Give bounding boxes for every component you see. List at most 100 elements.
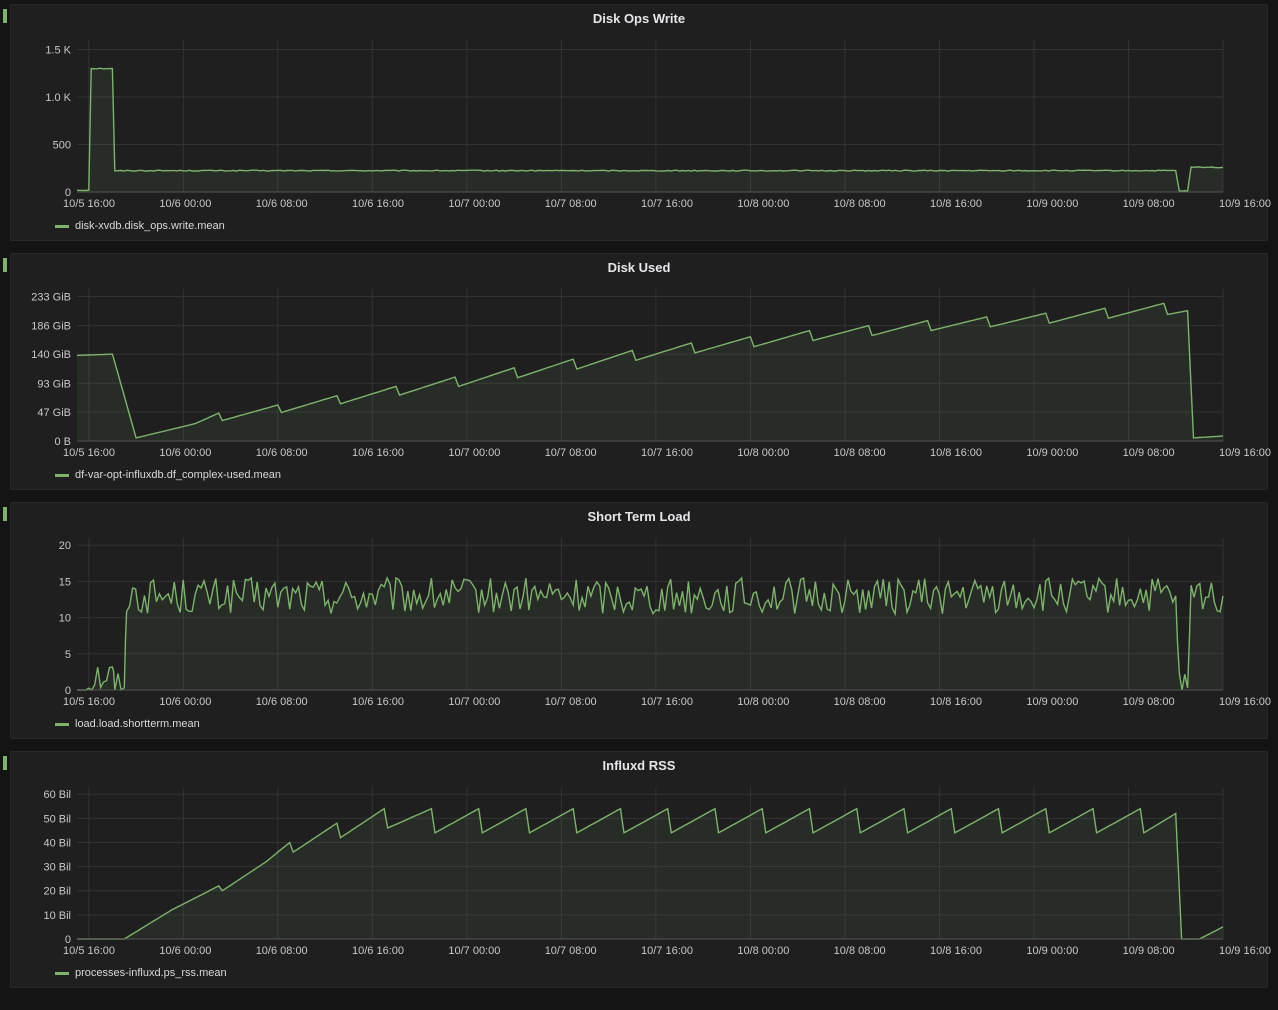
x-tick-label: 10/9 16:00 (1219, 447, 1271, 459)
chart-svg: 05001.0 K1.5 K (21, 34, 1231, 198)
x-tick-label: 10/5 16:00 (63, 945, 115, 957)
x-tick-label: 10/6 08:00 (256, 945, 308, 957)
x-tick-label: 10/6 00:00 (159, 696, 211, 708)
x-tick-label: 10/5 16:00 (63, 696, 115, 708)
x-tick-label: 10/8 16:00 (930, 945, 982, 957)
x-tick-label: 10/6 16:00 (352, 696, 404, 708)
plot-area[interactable]: 0 10 Bil 20 Bil 30 Bil 40 Bil 50 Bil 60 Bil (11, 775, 1267, 945)
x-tick-label: 10/8 00:00 (737, 198, 789, 210)
legend-label: processes-influxd.ps_rss.mean (75, 967, 227, 979)
legend[interactable]: load.load.shortterm.mean (11, 714, 1267, 738)
x-tick-label: 10/9 16:00 (1219, 198, 1271, 210)
x-tick-label: 10/9 08:00 (1123, 945, 1175, 957)
x-tick-label: 10/8 00:00 (737, 696, 789, 708)
x-tick-label: 10/8 16:00 (930, 198, 982, 210)
y-tick-labels: 0 10 Bil 20 Bil 30 Bil 40 Bil 50 Bil 60 Bil (43, 789, 71, 945)
panel-disk-used[interactable]: Disk Used 0 B 47 GiB 93 GiB 140 GiB 186 GiB 2… (10, 253, 1268, 490)
legend-swatch (55, 225, 69, 228)
svg-text:47 GiB: 47 GiB (37, 407, 71, 419)
x-tick-label: 10/7 00:00 (448, 447, 500, 459)
x-tick-label: 10/8 08:00 (834, 447, 886, 459)
x-tick-label: 10/8 08:00 (834, 696, 886, 708)
x-tick-label: 10/8 16:00 (930, 696, 982, 708)
y-tick-labels: 05001.0 K1.5 K (45, 45, 71, 199)
x-axis-labels: 10/5 16:0010/6 00:0010/6 08:0010/6 16:00… (77, 696, 1245, 714)
x-tick-label: 10/9 00:00 (1026, 696, 1078, 708)
x-tick-label: 10/9 08:00 (1123, 447, 1175, 459)
x-tick-label: 10/6 08:00 (256, 696, 308, 708)
svg-text:10 Bil: 10 Bil (43, 910, 71, 922)
x-axis-labels: 10/5 16:0010/6 00:0010/6 08:0010/6 16:00… (77, 447, 1245, 465)
x-tick-label: 10/7 00:00 (448, 198, 500, 210)
svg-text:186 GiB: 186 GiB (31, 321, 71, 333)
series-fill (77, 68, 1223, 192)
x-tick-label: 10/5 16:00 (63, 447, 115, 459)
svg-text:60 Bil: 60 Bil (43, 789, 71, 801)
x-axis-labels: 10/5 16:0010/6 00:0010/6 08:0010/6 16:00… (77, 945, 1245, 963)
x-tick-label: 10/6 16:00 (352, 945, 404, 957)
x-tick-label: 10/9 00:00 (1026, 447, 1078, 459)
x-grid (89, 40, 1223, 192)
panel-title: Disk Used (11, 254, 1267, 277)
panel-title: Influxd RSS (11, 752, 1267, 775)
x-tick-label: 10/7 16:00 (641, 198, 693, 210)
x-tick-label: 10/6 00:00 (159, 198, 211, 210)
svg-text:233 GiB: 233 GiB (31, 291, 71, 303)
svg-text:0: 0 (65, 187, 71, 198)
x-tick-label: 10/7 08:00 (545, 945, 597, 957)
plot-area[interactable]: 0 B 47 GiB 93 GiB 140 GiB 186 GiB 233 GiB (11, 277, 1267, 447)
x-tick-label: 10/7 16:00 (641, 945, 693, 957)
x-tick-label: 10/5 16:00 (63, 198, 115, 210)
y-tick-labels: 0 B 47 GiB 93 GiB 140 GiB 186 GiB 233 GiB (31, 291, 71, 447)
x-tick-label: 10/8 00:00 (737, 447, 789, 459)
svg-text:140 GiB: 140 GiB (31, 349, 71, 361)
x-tick-label: 10/6 08:00 (256, 198, 308, 210)
legend-swatch (55, 474, 69, 477)
x-tick-label: 10/7 00:00 (448, 945, 500, 957)
x-tick-label: 10/6 08:00 (256, 447, 308, 459)
svg-text:20: 20 (59, 540, 71, 552)
x-tick-label: 10/7 00:00 (448, 696, 500, 708)
svg-text:5: 5 (65, 649, 71, 661)
x-tick-label: 10/6 00:00 (159, 447, 211, 459)
plot-area[interactable]: 05001.0 K1.5 K (11, 28, 1267, 198)
legend-swatch (55, 972, 69, 975)
series-fill (77, 303, 1223, 441)
x-tick-label: 10/7 08:00 (545, 696, 597, 708)
panel-accent (3, 9, 7, 23)
x-tick-label: 10/8 08:00 (834, 198, 886, 210)
x-tick-label: 10/9 08:00 (1123, 696, 1175, 708)
svg-text:50 Bil: 50 Bil (43, 813, 71, 825)
chart-svg: 0 B 47 GiB 93 GiB 140 GiB 186 GiB 233 GiB (21, 283, 1231, 447)
plot-area[interactable]: 05101520 (11, 526, 1267, 696)
legend[interactable]: processes-influxd.ps_rss.mean (11, 963, 1267, 987)
x-tick-label: 10/9 00:00 (1026, 945, 1078, 957)
x-tick-label: 10/9 08:00 (1123, 198, 1175, 210)
panel-title: Disk Ops Write (11, 5, 1267, 28)
svg-text:40 Bil: 40 Bil (43, 837, 71, 849)
panel-influxd-rss[interactable]: Influxd RSS 0 10 Bil 20 Bil 30 Bil 40 Bil 50 … (10, 751, 1268, 988)
x-tick-label: 10/7 08:00 (545, 198, 597, 210)
svg-text:30 Bil: 30 Bil (43, 862, 71, 874)
x-tick-label: 10/9 00:00 (1026, 198, 1078, 210)
x-tick-label: 10/8 08:00 (834, 945, 886, 957)
x-tick-label: 10/6 16:00 (352, 447, 404, 459)
svg-text:0: 0 (65, 685, 71, 696)
panel-accent (3, 507, 7, 521)
panel-accent (3, 258, 7, 272)
legend-label: disk-xvdb.disk_ops.write.mean (75, 220, 225, 232)
x-tick-label: 10/7 16:00 (641, 696, 693, 708)
panel-short-term-load[interactable]: Short Term Load 05101520 10/5 16:0010/6 … (10, 502, 1268, 739)
svg-text:10: 10 (59, 613, 71, 625)
x-tick-label: 10/8 16:00 (930, 447, 982, 459)
panel-disk-ops-write[interactable]: Disk Ops Write 05001.0 K1.5 K 10/5 16:00… (10, 4, 1268, 241)
legend-label: df-var-opt-influxdb.df_complex-used.mean (75, 469, 281, 481)
svg-text:0: 0 (65, 934, 71, 945)
svg-text:20 Bil: 20 Bil (43, 886, 71, 898)
chart-svg: 05101520 (21, 532, 1231, 696)
x-tick-label: 10/9 16:00 (1219, 945, 1271, 957)
svg-text:93 GiB: 93 GiB (37, 378, 71, 390)
svg-text:0 B: 0 B (54, 436, 71, 447)
legend[interactable]: disk-xvdb.disk_ops.write.mean (11, 216, 1267, 240)
legend[interactable]: df-var-opt-influxdb.df_complex-used.mean (11, 465, 1267, 489)
